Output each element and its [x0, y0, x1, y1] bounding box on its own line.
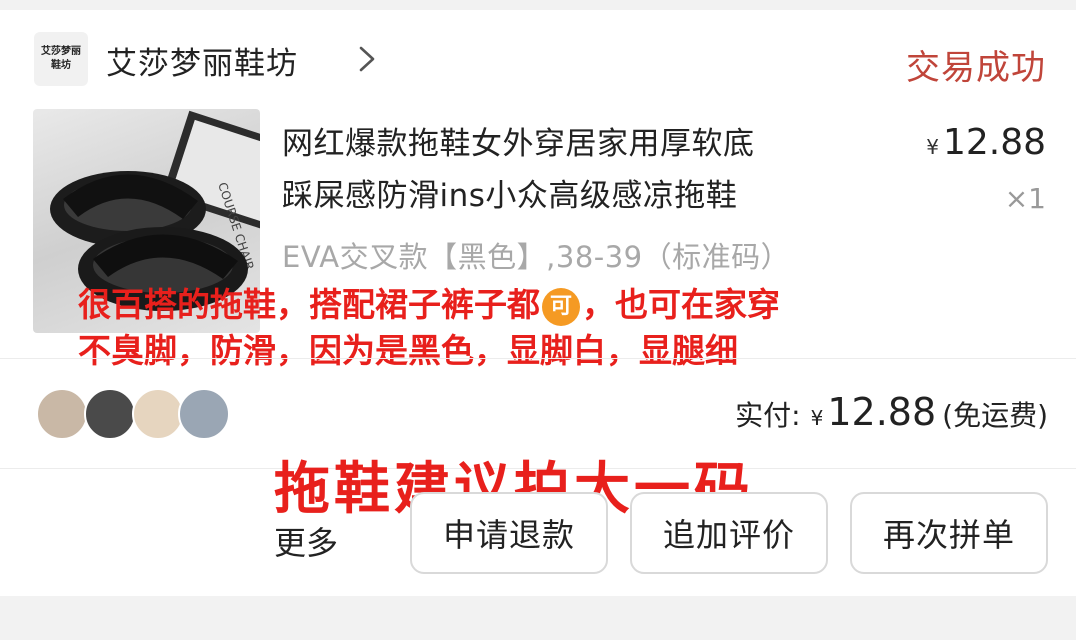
add-review-button[interactable]: 追加评价 — [630, 492, 828, 574]
shipping-note: (免运费) — [942, 399, 1048, 432]
shop-logo-text-2: 鞋坊 — [51, 60, 71, 71]
payment-currency: ¥ — [810, 406, 824, 430]
product-spec: EVA交叉款【黑色】,38-39（标准码） — [282, 240, 791, 274]
avatar-icon — [132, 388, 184, 440]
divider — [0, 358, 1076, 359]
more-button[interactable]: 更多 — [274, 518, 338, 564]
shop-logo-text-1: 艾莎梦丽 — [41, 46, 81, 57]
review-line-1-after: ，也可在家穿 — [582, 285, 780, 324]
chevron-right-icon[interactable] — [352, 44, 382, 74]
payment-summary: 实付: ¥ 12.88 (免运费) — [735, 390, 1048, 434]
review-line-2: 不臭脚，防滑，因为是黑色，显脚白，显腿细 — [78, 331, 738, 370]
review-line-1-before: 很百搭的拖鞋，搭配裙子裤子都 — [78, 285, 540, 324]
review-overlay-text: 很百搭的拖鞋，搭配裙子裤子都可，也可在家穿 不臭脚，防滑，因为是黑色，显脚白，显… — [78, 282, 1058, 374]
price-value: 12.88 — [942, 122, 1046, 163]
emoji-icon: 可 — [542, 287, 580, 326]
refund-button[interactable]: 申请退款 — [410, 492, 608, 574]
reorder-button[interactable]: 再次拼单 — [850, 492, 1048, 574]
shop-logo[interactable]: 艾莎梦丽 鞋坊 — [34, 32, 88, 86]
product-title[interactable]: 网红爆款拖鞋女外穿居家用厚软底 踩屎感防滑ins小众高级感凉拖鞋 — [282, 118, 892, 222]
order-card: 艾莎梦丽 鞋坊 艾莎梦丽鞋坊 交易成功 COURSE CHAIR 网红爆款拖鞋女… — [0, 10, 1076, 596]
payment-amount: 12.88 — [827, 390, 937, 434]
avatar-icon — [36, 388, 88, 440]
review-line-1: 很百搭的拖鞋，搭配裙子裤子都可，也可在家穿 — [78, 282, 1058, 328]
avatar-icon — [178, 388, 230, 440]
product-quantity: ×1 — [1004, 182, 1046, 215]
payment-label: 实付: — [735, 399, 801, 432]
avatar-icon — [84, 388, 136, 440]
price-currency: ¥ — [926, 135, 939, 159]
product-title-line-1: 网红爆款拖鞋女外穿居家用厚软底 — [282, 126, 755, 162]
order-status: 交易成功 — [906, 48, 1046, 88]
shop-name[interactable]: 艾莎梦丽鞋坊 — [106, 38, 298, 83]
product-price: ¥12.88 — [926, 122, 1046, 163]
product-title-line-2: 踩屎感防滑ins小众高级感凉拖鞋 — [282, 178, 738, 214]
